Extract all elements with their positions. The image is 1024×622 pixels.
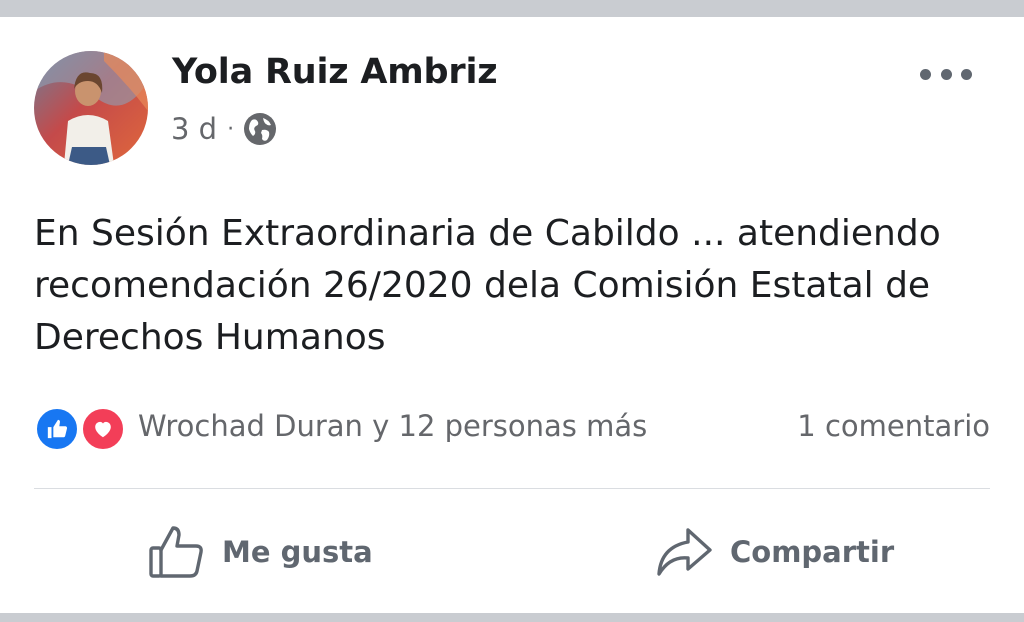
share-button[interactable]: Compartir bbox=[654, 520, 894, 584]
post-timestamp[interactable]: 3 d bbox=[171, 112, 217, 146]
globe-icon bbox=[243, 112, 277, 146]
feed-separator-bottom bbox=[0, 613, 1024, 622]
author-avatar[interactable] bbox=[34, 51, 148, 165]
post-author-name[interactable]: Yola Ruiz Ambriz bbox=[172, 52, 498, 92]
avatar-photo bbox=[34, 51, 148, 165]
reaction-icons[interactable] bbox=[34, 402, 130, 452]
actions-divider bbox=[34, 488, 990, 489]
like-button[interactable]: Me gusta bbox=[146, 520, 373, 584]
share-button-label: Compartir bbox=[730, 535, 895, 569]
post-meta: 3 d · bbox=[171, 108, 277, 150]
meta-separator: · bbox=[227, 116, 235, 142]
more-options-icon[interactable] bbox=[920, 60, 972, 88]
comment-count[interactable]: 1 comentario bbox=[797, 409, 990, 443]
reactions-summary-row: Wrochad Duran y 12 personas más 1 coment… bbox=[34, 402, 990, 452]
like-reaction-icon bbox=[34, 406, 80, 452]
reactions-summary-text[interactable]: Wrochad Duran y 12 personas más bbox=[138, 409, 647, 443]
thumbs-up-icon bbox=[149, 526, 203, 578]
love-reaction-icon bbox=[80, 406, 126, 452]
share-arrow-icon bbox=[657, 528, 712, 576]
feed-separator-top bbox=[0, 0, 1024, 17]
like-button-label: Me gusta bbox=[222, 535, 373, 569]
post-body-text: En Sesión Extraordinaria de Cabildo ... … bbox=[34, 213, 941, 358]
